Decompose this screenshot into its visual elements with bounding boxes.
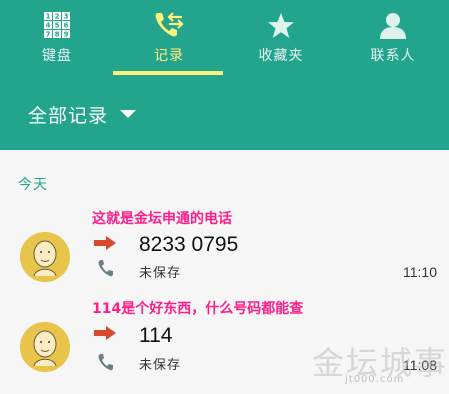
avatar[interactable] <box>20 322 70 372</box>
call-log-icon <box>154 11 184 39</box>
keypad-digit: 4 <box>46 22 51 30</box>
contact-status: 未保存 <box>139 358 182 373</box>
call-time: 11:10 <box>403 264 437 280</box>
keypad-digit: 9 <box>64 31 69 39</box>
watermark-url: jt000.com <box>345 374 405 385</box>
tab-label: 联系人 <box>370 48 416 64</box>
keypad-digit: 7 <box>46 31 51 39</box>
annotation-text: 114是个好东西，什么号码都能查 <box>92 301 304 317</box>
filter-label: 全部记录 <box>28 104 109 127</box>
avatar[interactable] <box>20 232 70 282</box>
tab-label: 键盘 <box>42 48 72 64</box>
keypad-digit: 5 <box>55 22 60 30</box>
default-avatar-icon <box>20 322 70 372</box>
keypad-digit: 8 <box>55 31 60 39</box>
keypad-digit: 2 <box>55 13 60 21</box>
tab-contacts[interactable]: 联系人 <box>337 0 449 78</box>
tab-label: 收藏夹 <box>258 48 304 64</box>
tab-label: 记录 <box>154 48 184 64</box>
section-header-today: 今天 <box>18 177 48 193</box>
tab-favorites[interactable]: 收藏夹 <box>225 0 337 78</box>
dropdown-caret-icon <box>120 110 137 118</box>
outgoing-arrow-icon <box>94 325 116 344</box>
call-filter-dropdown[interactable]: 全部记录 <box>28 98 137 130</box>
phone-icon <box>98 353 114 375</box>
default-avatar-icon <box>20 232 70 282</box>
phone-number: 114 <box>139 324 173 347</box>
phone-icon <box>98 259 114 281</box>
tab-keypad[interactable]: 1 2 3 4 5 6 7 8 9 键盘 <box>1 0 113 78</box>
active-tab-indicator <box>113 71 223 75</box>
tab-bar: 1 2 3 4 5 6 7 8 9 键盘 记录 收藏夹 联系人 <box>0 0 449 78</box>
keypad-digit: 6 <box>64 22 69 30</box>
app-header: 1 2 3 4 5 6 7 8 9 键盘 记录 收藏夹 联系人 全部记录 <box>0 0 449 150</box>
contact-icon <box>380 11 406 39</box>
annotation-text: 这就是金坛申通的电话 <box>92 211 232 227</box>
keypad-digit: 1 <box>46 13 51 21</box>
keypad-digit: 3 <box>64 13 69 21</box>
star-icon <box>267 11 295 39</box>
outgoing-arrow-icon <box>94 235 116 254</box>
tab-call-log[interactable]: 记录 <box>113 0 225 78</box>
contact-status: 未保存 <box>139 266 182 281</box>
phone-number: 8233 0795 <box>139 233 239 256</box>
keypad-icon: 1 2 3 4 5 6 7 8 9 <box>44 11 70 39</box>
